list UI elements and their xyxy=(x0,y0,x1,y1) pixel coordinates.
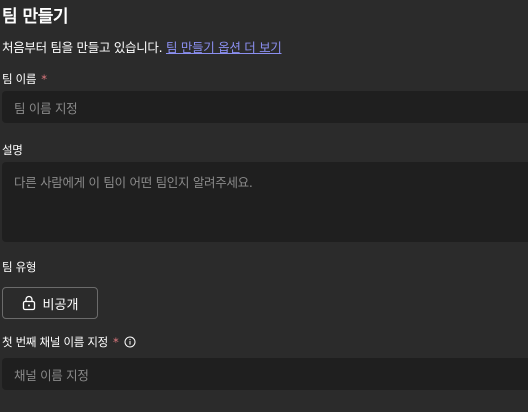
first-channel-input[interactable]: 채널 이름 지정 xyxy=(2,358,528,390)
required-mark: * xyxy=(41,72,47,86)
team-type-label-text: 팀 유형 xyxy=(2,260,37,274)
required-mark: * xyxy=(112,335,119,349)
team-name-label-text: 팀 이름 xyxy=(2,72,37,86)
intro-text: 처음부터 팀을 만들고 있습니다. xyxy=(2,40,163,55)
intro-line: 처음부터 팀을 만들고 있습니다. 팀 만들기 옵션 더 보기 xyxy=(2,37,282,56)
first-channel-label-text: 첫 번째 채널 이름 지정 xyxy=(2,335,108,349)
first-channel-label: 첫 번째 채널 이름 지정 * xyxy=(2,334,136,350)
description-label: 설명 xyxy=(2,142,23,158)
description-label-text: 설명 xyxy=(2,143,23,157)
first-channel-placeholder: 채널 이름 지정 xyxy=(14,367,89,383)
page-title: 팀 만들기 xyxy=(2,7,68,27)
description-textarea[interactable]: 다른 사람에게 이 팀이 어떤 팀인지 알려주세요. xyxy=(2,162,528,242)
team-name-placeholder: 팀 이름 지정 xyxy=(14,100,78,116)
team-name-input[interactable]: 팀 이름 지정 xyxy=(2,91,528,123)
team-type-label: 팀 유형 xyxy=(2,259,37,275)
description-placeholder: 다른 사람에게 이 팀이 어떤 팀인지 알려주세요. xyxy=(14,175,253,190)
privacy-dropdown-button[interactable]: 비공개 xyxy=(2,287,98,319)
team-name-label: 팀 이름 * xyxy=(2,71,47,87)
more-team-options-link[interactable]: 팀 만들기 옵션 더 보기 xyxy=(166,40,282,55)
info-icon[interactable] xyxy=(124,336,136,348)
privacy-value: 비공개 xyxy=(42,297,79,313)
lock-icon xyxy=(22,295,35,311)
